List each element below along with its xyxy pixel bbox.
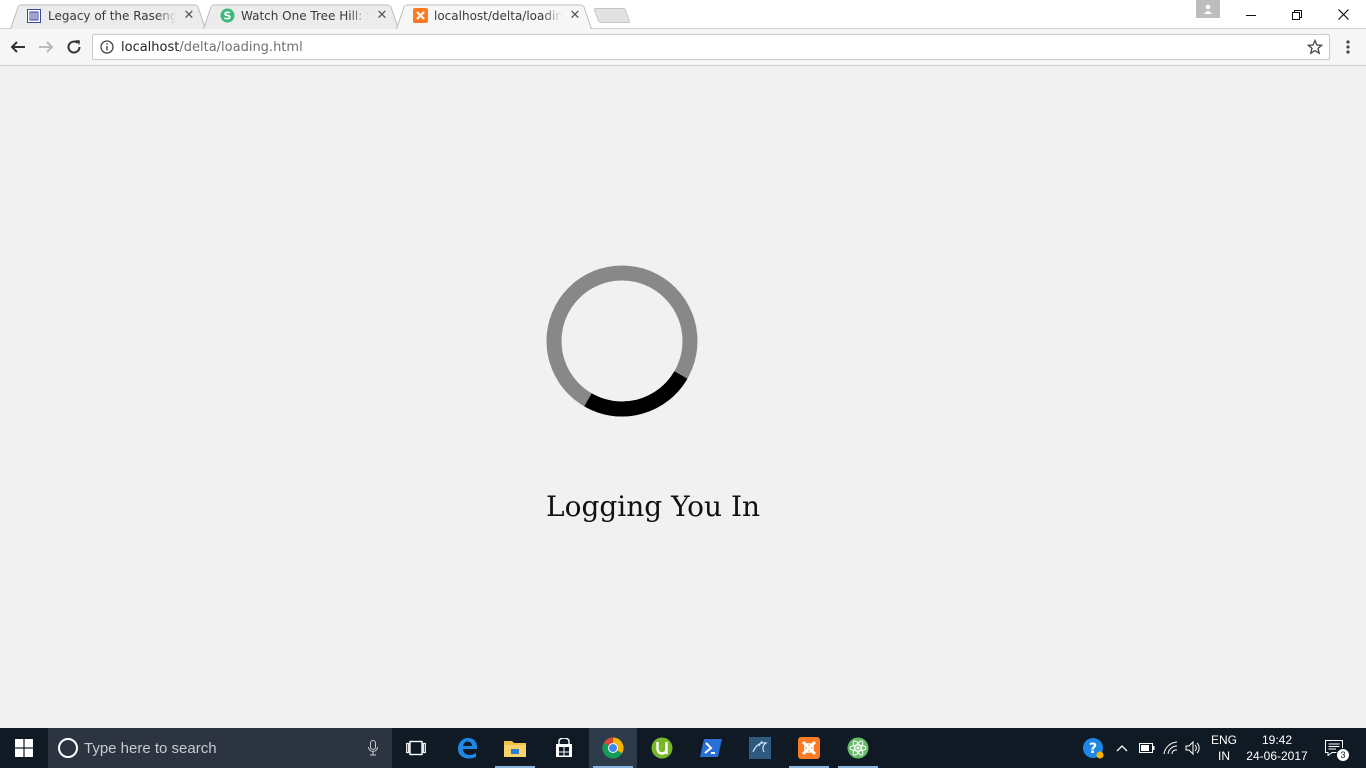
- page-viewport: Logging You In: [0, 66, 1366, 728]
- clock-date: 24-06-2017: [1246, 749, 1308, 763]
- search-placeholder: Type here to search: [84, 739, 217, 757]
- url-host: localhost: [121, 39, 180, 55]
- volume-icon[interactable]: [1182, 728, 1204, 768]
- window-controls: [1228, 0, 1366, 29]
- microphone-icon[interactable]: [368, 740, 378, 760]
- chrome-icon[interactable]: [589, 728, 637, 768]
- reload-icon[interactable]: [62, 35, 86, 59]
- address-bar[interactable]: localhost/delta/loading.html: [92, 34, 1330, 60]
- close-icon[interactable]: ✕: [568, 8, 582, 23]
- profile-icon[interactable]: [1196, 0, 1220, 18]
- browser-toolbar: localhost/delta/loading.html: [0, 29, 1366, 66]
- wifi-icon[interactable]: [1160, 728, 1182, 768]
- tab-watch-one-tree-hill[interactable]: S Watch One Tree Hill: Sea ✕: [203, 2, 399, 30]
- back-arrow-icon[interactable]: [6, 35, 30, 59]
- close-window-icon[interactable]: [1320, 0, 1366, 29]
- tab-strip: Legacy of the Rasengan ✕ S Watch One Tre…: [0, 0, 1366, 30]
- language-indicator[interactable]: ENG IN: [1206, 728, 1242, 768]
- utorrent-icon[interactable]: [638, 728, 686, 768]
- loading-message: Logging You In: [546, 490, 761, 523]
- windows-start-icon[interactable]: [0, 728, 48, 768]
- url-path: /delta/loading.html: [179, 39, 303, 55]
- chevron-up-icon[interactable]: [1112, 728, 1132, 768]
- clock-time: 19:42: [1261, 733, 1293, 747]
- windows-taskbar: Type here to search ? ENG IN 19:42 24-06…: [0, 728, 1366, 768]
- info-icon[interactable]: [99, 39, 115, 55]
- s-logo-icon: S: [219, 8, 235, 24]
- taskbar-search-box[interactable]: Type here to search: [48, 728, 392, 768]
- svg-text:S: S: [223, 10, 231, 23]
- loading-spinner: [546, 265, 698, 417]
- tab-legacy-of-the-rasengan[interactable]: Legacy of the Rasengan ✕: [10, 2, 206, 30]
- task-view-icon[interactable]: [392, 728, 440, 768]
- powershell-icon[interactable]: [687, 728, 735, 768]
- xampp-icon[interactable]: [785, 728, 833, 768]
- cortana-icon: [58, 738, 78, 758]
- book-icon: [26, 8, 42, 24]
- xampp-icon: [412, 8, 428, 24]
- tab-title: localhost/delta/loading.h: [434, 8, 562, 23]
- url-text: localhost/delta/loading.html: [121, 40, 303, 55]
- file-explorer-icon[interactable]: [491, 728, 539, 768]
- restore-icon[interactable]: [1274, 0, 1320, 29]
- help-icon[interactable]: ?: [1080, 728, 1106, 768]
- tab-title: Legacy of the Rasengan: [48, 8, 176, 23]
- close-icon[interactable]: ✕: [375, 8, 389, 23]
- store-icon[interactable]: [540, 728, 588, 768]
- clock[interactable]: 19:42 24-06-2017: [1244, 728, 1310, 768]
- minimize-icon[interactable]: [1228, 0, 1274, 29]
- forward-arrow-icon[interactable]: [34, 35, 58, 59]
- mysql-workbench-icon[interactable]: [736, 728, 784, 768]
- menu-kebab-icon[interactable]: [1336, 35, 1360, 59]
- new-tab-button[interactable]: [593, 8, 631, 23]
- notification-count-badge: 3: [1336, 748, 1350, 762]
- edge-icon[interactable]: [443, 728, 491, 768]
- close-icon[interactable]: ✕: [182, 8, 196, 23]
- tab-localhost-loading[interactable]: localhost/delta/loading.h ✕: [396, 2, 592, 30]
- atom-icon[interactable]: [834, 728, 882, 768]
- language-primary: ENG: [1210, 733, 1237, 747]
- language-secondary: IN: [1218, 749, 1230, 763]
- svg-text:?: ?: [1089, 741, 1097, 757]
- tab-title: Watch One Tree Hill: Sea: [241, 8, 369, 23]
- bookmark-star-icon[interactable]: [1306, 38, 1324, 56]
- battery-icon[interactable]: [1136, 728, 1158, 768]
